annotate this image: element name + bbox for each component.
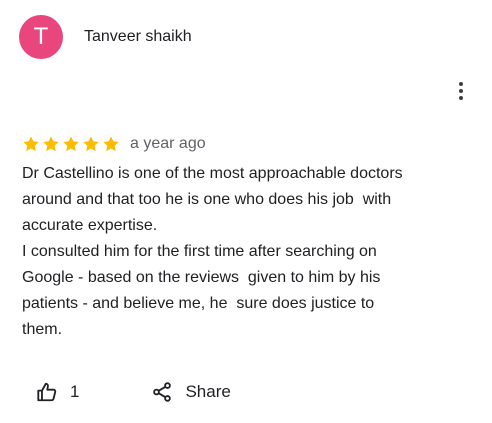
avatar-initial: T: [33, 23, 49, 50]
star-icon: [83, 136, 99, 152]
share-button[interactable]: Share: [151, 381, 231, 403]
share-icon: [153, 382, 172, 402]
review-actions: 1 Share: [36, 378, 231, 406]
star-icon: [23, 136, 39, 152]
more-options-button[interactable]: [452, 80, 470, 102]
more-vert-icon-dot-middle: [459, 89, 463, 93]
star-rating: [22, 135, 120, 153]
more-vert-icon-dot-bottom: [459, 96, 463, 100]
review-date: a year ago: [130, 135, 206, 152]
review-card: T Tanveer shaikh a year ago Dr Castellin…: [0, 0, 492, 423]
more-vert-icon-dot-top: [459, 82, 463, 86]
like-count: 1: [70, 382, 80, 401]
star-icon: [103, 136, 119, 152]
star-icon: [43, 136, 59, 152]
star-icon: [63, 136, 79, 152]
review-text: Dr Castellino is one of the most approac…: [22, 165, 403, 338]
rating-row: a year ago: [22, 133, 206, 155]
reviewer-name[interactable]: Tanveer shaikh: [84, 28, 192, 46]
thumb-up-icon: [37, 382, 57, 402]
like-button[interactable]: 1: [36, 381, 79, 403]
share-label: Share: [185, 382, 231, 401]
avatar[interactable]: T: [19, 15, 63, 59]
